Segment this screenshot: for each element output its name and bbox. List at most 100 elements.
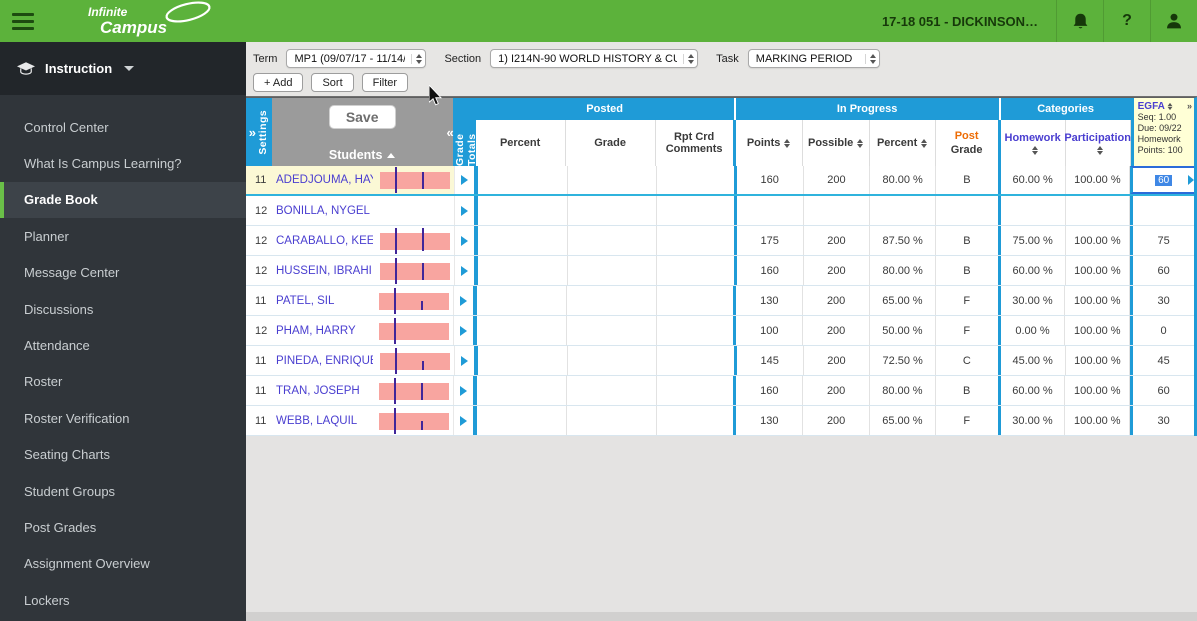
sidebar-item-student-groups[interactable]: Student Groups [0, 473, 246, 509]
posted-grade-cell[interactable] [568, 346, 658, 375]
posted-percent-cell[interactable] [478, 166, 568, 194]
assignment-egfa-column-header[interactable]: EGFA » Seq: 1.00 Due: 09/22 Homework Poi… [1130, 98, 1194, 166]
assignment-score-cell[interactable]: 75 [1130, 226, 1194, 255]
assignment-score-cell[interactable]: 60 [1130, 376, 1194, 405]
filter-button[interactable]: Filter [361, 73, 409, 92]
module-switcher[interactable]: Instruction [0, 42, 246, 95]
posted-grade-cell[interactable] [567, 406, 657, 435]
points-column-header[interactable]: Points [736, 120, 803, 166]
students-sort-header[interactable]: Students [329, 148, 396, 162]
rpt-crd-comments-cell[interactable] [657, 256, 737, 285]
rpt-crd-comments-cell[interactable] [657, 406, 737, 435]
posted-grade-cell[interactable] [567, 316, 657, 345]
sidebar-item-message-center[interactable]: Message Center [0, 255, 246, 291]
posted-grade-cell[interactable] [568, 166, 658, 194]
student-row[interactable]: 11 TRAN, JOSEPH 160 200 80.00 % B 60.00 … [246, 376, 1194, 406]
posted-percent-cell[interactable] [478, 346, 568, 375]
add-button[interactable]: + Add [253, 73, 304, 92]
posted-percent-cell[interactable] [478, 196, 568, 225]
sidebar-item-lockers[interactable]: Lockers [0, 582, 246, 618]
settings-collapsed-panel[interactable]: » Settings [246, 98, 272, 166]
rpt-crd-comments-cell[interactable] [657, 316, 737, 345]
expand-student-arrow[interactable] [455, 346, 478, 375]
rpt-crd-comments-cell[interactable] [657, 226, 737, 255]
term-select[interactable]: MP1 (09/07/17 - 11/14/17) [286, 49, 427, 68]
sidebar-item-control-center[interactable]: Control Center [0, 109, 246, 145]
assignment-score-cell[interactable]: 60 [1130, 256, 1194, 285]
posted-percent-cell[interactable] [477, 406, 567, 435]
notifications-button[interactable] [1056, 0, 1103, 42]
posted-percent-cell[interactable] [477, 286, 567, 315]
student-name-link[interactable]: PATEL, SIL [276, 295, 372, 307]
sidebar-item-planner[interactable]: Planner [0, 218, 246, 254]
sidebar-item-discussions[interactable]: Discussions [0, 291, 246, 327]
posted-grade-cell[interactable] [568, 256, 658, 285]
expand-student-arrow[interactable] [455, 166, 478, 194]
assignment-score-cell[interactable]: 30 [1130, 286, 1194, 315]
expand-student-arrow[interactable] [455, 196, 478, 225]
student-row[interactable]: 12 HUSSEIN, IBRAHI… 160 200 80.00 % B 60… [246, 256, 1194, 286]
student-row[interactable]: 11 PATEL, SIL 130 200 65.00 % F 30.00 % … [246, 286, 1194, 316]
student-name-link[interactable]: CARABALLO, KEE… [276, 235, 373, 247]
sidebar-item-seating-charts[interactable]: Seating Charts [0, 437, 246, 473]
student-row[interactable]: 12 BONILLA, NYGEL R [246, 196, 1194, 226]
posted-percent-cell[interactable] [477, 376, 567, 405]
expand-student-arrow[interactable] [455, 226, 478, 255]
sidebar-item-assignment-overview[interactable]: Assignment Overview [0, 546, 246, 582]
student-name-link[interactable]: ADEDJOUMA, HAY… [276, 174, 373, 186]
expand-student-arrow[interactable] [454, 376, 478, 405]
expand-student-arrow[interactable] [454, 286, 478, 315]
rpt-crd-comments-cell[interactable] [657, 346, 737, 375]
rpt-crd-comments-cell[interactable] [657, 286, 737, 315]
rpt-crd-comments-cell[interactable] [657, 166, 737, 194]
sidebar-item-attendance[interactable]: Attendance [0, 327, 246, 363]
student-name-link[interactable]: BONILLA, NYGEL R [276, 205, 373, 217]
assignment-score-cell[interactable]: 30 [1130, 406, 1194, 435]
in-progress-percent-column-header[interactable]: Percent [870, 120, 936, 166]
sidebar-item-what-is-campus-learning[interactable]: What Is Campus Learning? [0, 145, 246, 181]
save-button[interactable]: Save [328, 105, 396, 129]
participation-category-column-header[interactable]: Participation [1064, 120, 1131, 166]
student-row[interactable]: 12 CARABALLO, KEE… 175 200 87.50 % B 75.… [246, 226, 1194, 256]
account-button[interactable] [1150, 0, 1197, 42]
student-name-link[interactable]: PHAM, HARRY [276, 325, 372, 337]
section-select[interactable]: 1) I214N-90 WORLD HISTORY & CULTUF [490, 49, 699, 68]
assignment-score-cell[interactable]: 60 [1130, 166, 1194, 194]
expand-student-arrow[interactable] [455, 256, 478, 285]
student-name-link[interactable]: WEBB, LAQUIL [276, 415, 372, 427]
student-name-link[interactable]: PINEDA, ENRIQUE [276, 355, 373, 367]
grade-totals-collapsed-panel[interactable]: « Grade Totals [447, 98, 478, 166]
assignment-score-cell[interactable]: 45 [1130, 346, 1194, 375]
rpt-crd-comments-cell[interactable] [657, 376, 737, 405]
sidebar-item-post-grades[interactable]: Post Grades [0, 509, 246, 545]
horizontal-scrollbar-track[interactable] [246, 612, 1197, 621]
posted-percent-cell[interactable] [478, 226, 568, 255]
student-name-link[interactable]: TRAN, JOSEPH [276, 385, 372, 397]
assignment-score-cell[interactable] [1130, 196, 1194, 225]
assignment-code-link[interactable]: EGFA [1138, 101, 1165, 112]
task-select[interactable]: MARKING PERIOD [747, 49, 880, 68]
expand-student-arrow[interactable] [454, 316, 478, 345]
posted-percent-cell[interactable] [478, 256, 568, 285]
student-name-link[interactable]: HUSSEIN, IBRAHI… [276, 265, 373, 277]
sidebar-item-grade-book[interactable]: Grade Book [0, 181, 246, 219]
posted-grade-cell[interactable] [567, 286, 657, 315]
help-button[interactable]: ? [1103, 0, 1150, 42]
posted-percent-cell[interactable] [477, 316, 567, 345]
rpt-crd-comments-cell[interactable] [657, 196, 737, 225]
post-grade-column-header[interactable]: Post Grade [936, 120, 1001, 166]
sidebar-item-roster-verification[interactable]: Roster Verification [0, 400, 246, 436]
expand-student-arrow[interactable] [454, 406, 478, 435]
assignment-score-cell[interactable]: 0 [1130, 316, 1194, 345]
student-row[interactable]: 11 WEBB, LAQUIL 130 200 65.00 % F 30.00 … [246, 406, 1194, 436]
student-row[interactable]: 11 PINEDA, ENRIQUE 145 200 72.50 % C 45.… [246, 346, 1194, 376]
sidebar-item-roster[interactable]: Roster [0, 364, 246, 400]
homework-category-column-header[interactable]: Homework [1001, 120, 1066, 166]
student-row[interactable]: 12 PHAM, HARRY 100 200 50.00 % F 0.00 % … [246, 316, 1194, 346]
student-row[interactable]: 11 ADEDJOUMA, HAY… 160 200 80.00 % B 60.… [246, 166, 1194, 196]
sort-button[interactable]: Sort [311, 73, 354, 92]
possible-column-header[interactable]: Possible [803, 120, 870, 166]
hamburger-menu-icon[interactable] [0, 0, 46, 42]
posted-grade-cell[interactable] [568, 226, 658, 255]
school-context-label[interactable]: 17-18 051 - DICKINSON… [882, 14, 1038, 29]
